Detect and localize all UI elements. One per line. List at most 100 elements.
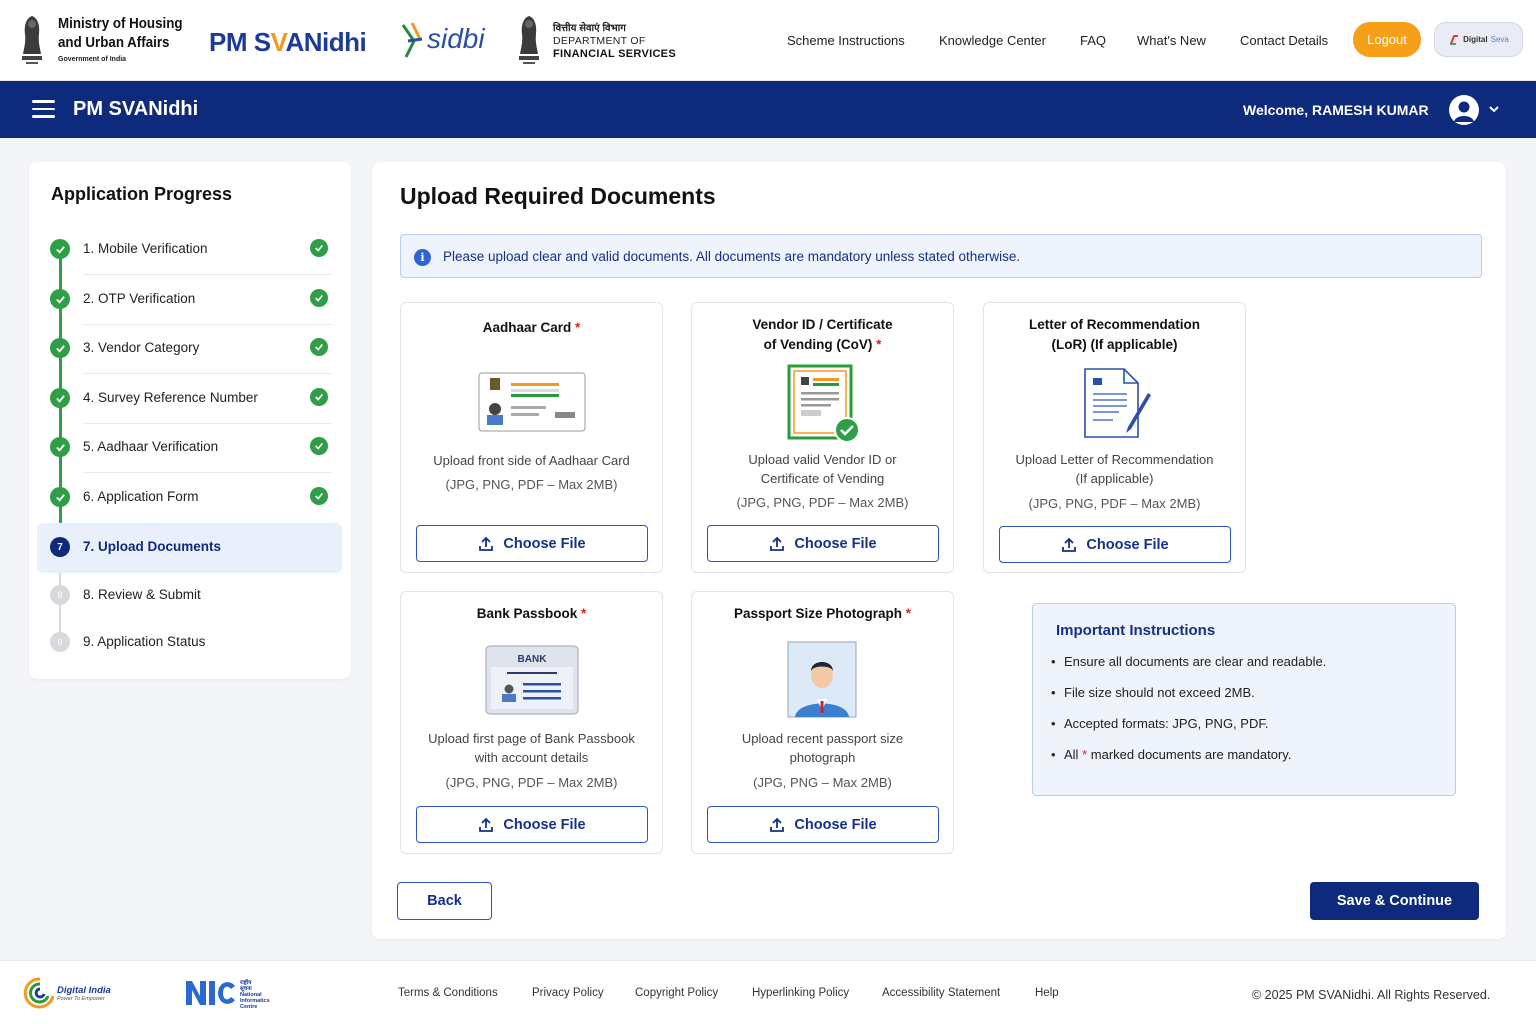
instructions-list: Ensure all documents are clear and reada… <box>1051 654 1326 778</box>
step-label: 8. Review & Submit <box>83 587 201 602</box>
info-banner-text: Please upload clear and valid documents.… <box>443 249 1021 264</box>
letter-document-icon <box>1084 368 1151 438</box>
dfs-line1: DEPARTMENT OF <box>553 35 646 47</box>
welcome-text: Welcome, RAMESH KUMAR <box>1243 102 1429 118</box>
app-bar: PM SVANidhi Welcome, RAMESH KUMAR <box>0 81 1536 138</box>
logout-button[interactable]: Logout <box>1353 22 1421 57</box>
lor-choose-file-button[interactable]: Choose File <box>999 526 1231 563</box>
save-continue-button[interactable]: Save & Continue <box>1310 882 1479 920</box>
digital-india-tagline: Power To Empower <box>57 996 105 1002</box>
info-banner: i Please upload clear and valid document… <box>400 234 1482 278</box>
doc-description: Upload first page of Bank Passbook with a… <box>428 731 635 765</box>
step-mobile-verification[interactable]: 1. Mobile Verification <box>37 225 342 275</box>
app-title: PM SVANidhi <box>73 98 199 120</box>
step-label: 5. Aadhaar Verification <box>83 439 219 454</box>
doc-title: Letter of Recommendation (LoR) (If applic… <box>1028 317 1201 352</box>
brand-mid: V <box>270 27 286 57</box>
completed-check-icon <box>310 437 328 455</box>
chevron-down-icon[interactable] <box>1488 103 1500 115</box>
step-check-icon <box>50 289 70 309</box>
step-review-submit[interactable]: 8 8. Review & Submit <box>37 571 342 621</box>
doc-title: Vendor ID / Certificate of Vending (CoV) … <box>752 317 893 352</box>
choose-file-label: Choose File <box>794 535 877 552</box>
aadhaar-card-icon <box>478 372 586 432</box>
digitalseva-button[interactable]: Digital Seva <box>1434 22 1523 57</box>
step-otp-verification[interactable]: 2. OTP Verification <box>37 275 342 325</box>
completed-check-icon <box>310 289 328 307</box>
footer: Digital India Power To Empower राष्ट्रीय… <box>0 960 1536 1024</box>
passport-photo-icon <box>787 641 857 718</box>
digital-india-logo-icon <box>24 977 55 1009</box>
instructions-title: Important Instructions <box>1056 622 1216 639</box>
step-label: 1. Mobile Verification <box>83 241 208 256</box>
brand-suffix: ANidhi <box>285 27 367 57</box>
page-title: Upload Required Documents <box>400 183 716 209</box>
footer-link-accessibility[interactable]: Accessibility Statement <box>882 987 1000 999</box>
completed-check-icon <box>310 388 328 406</box>
step-application-status[interactable]: 9 9. Application Status <box>37 618 342 668</box>
footer-link-help[interactable]: Help <box>1035 987 1059 999</box>
user-avatar-icon[interactable] <box>1449 95 1479 125</box>
nav-faq[interactable]: FAQ <box>1080 33 1106 48</box>
step-vendor-category[interactable]: 3. Vendor Category <box>37 324 342 374</box>
completed-check-icon <box>310 239 328 257</box>
step-number-badge: 7 <box>50 537 70 557</box>
ministry-line1: Ministry of Housing <box>58 16 183 32</box>
step-check-icon <box>50 338 70 358</box>
upload-icon <box>1062 537 1077 552</box>
upload-icon <box>770 817 785 832</box>
pm-svanidhi-logo[interactable]: PM SVANidhi <box>209 27 367 58</box>
passport-photo-upload: Passport Size Photograph * Upload recent… <box>691 591 954 854</box>
doc-title: Bank Passbook * <box>476 606 587 621</box>
footer-link-hyperlinking[interactable]: Hyperlinking Policy <box>752 987 849 999</box>
brand-prefix: PM S <box>209 27 271 57</box>
ministry-logo-text: Ministry of Housing and Urban Affairs Go… <box>58 15 188 63</box>
passport-photo-choose-file-button[interactable]: Choose File <box>707 806 939 843</box>
nic-logo-icon <box>186 981 235 1005</box>
step-survey-reference-number[interactable]: 4. Survey Reference Number <box>37 374 342 424</box>
step-check-icon <box>50 388 70 408</box>
footer-link-copyright[interactable]: Copyright Policy <box>635 987 718 999</box>
dfs-logo-text: वित्तीय सेवाएं विभाग DEPARTMENT OF FINAN… <box>553 22 676 61</box>
upload-icon <box>770 536 785 551</box>
choose-file-label: Choose File <box>503 535 586 552</box>
doc-description: Upload valid Vendor ID or Certificate of … <box>748 452 897 486</box>
nav-contact-details[interactable]: Contact Details <box>1240 33 1328 48</box>
upload-icon <box>479 817 494 832</box>
step-application-form[interactable]: 6. Application Form <box>37 473 342 523</box>
step-label: 4. Survey Reference Number <box>83 390 258 405</box>
choose-file-label: Choose File <box>1086 536 1169 553</box>
footer-link-terms[interactable]: Terms & Conditions <box>398 987 498 999</box>
vendor-id-cov-upload: Vendor ID / Certificate of Vending (CoV) … <box>691 302 954 573</box>
aadhaar-choose-file-button[interactable]: Choose File <box>416 525 648 562</box>
ministry-line3: Government of India <box>58 56 127 63</box>
national-emblem-icon <box>519 16 539 64</box>
step-aadhaar-verification[interactable]: 5. Aadhaar Verification <box>37 423 342 473</box>
step-label: 3. Vendor Category <box>83 340 200 355</box>
step-upload-documents[interactable]: 7 7. Upload Documents <box>37 523 342 573</box>
digital-india-title: Digital India <box>57 985 111 996</box>
nav-whats-new[interactable]: What's New <box>1137 33 1206 48</box>
step-label: 7. Upload Documents <box>83 539 222 554</box>
ministry-line2: and Urban Affairs <box>58 35 170 51</box>
nav-knowledge-center[interactable]: Knowledge Center <box>939 33 1046 48</box>
doc-title: Passport Size Photograph * <box>733 606 912 621</box>
menu-icon[interactable] <box>32 100 55 118</box>
doc-description: Upload Letter of Recommendation (If appli… <box>1015 452 1214 486</box>
step-number-badge: 8 <box>50 585 70 605</box>
bank-passbook-choose-file-button[interactable]: Choose File <box>416 806 648 843</box>
nav-scheme-instructions[interactable]: Scheme Instructions <box>787 33 905 48</box>
step-check-icon <box>50 437 70 457</box>
bank-passbook-upload: Bank Passbook * BANK Upload first page o… <box>400 591 663 854</box>
choose-file-label: Choose File <box>794 816 877 833</box>
letter-of-recommendation-upload: Letter of Recommendation (LoR) (If applic… <box>983 302 1246 573</box>
national-emblem-icon <box>22 16 42 64</box>
doc-formats: (JPG, PNG, PDF – Max 2MB) <box>445 477 618 492</box>
footer-link-privacy[interactable]: Privacy Policy <box>532 987 604 999</box>
back-button[interactable]: Back <box>397 882 492 920</box>
aadhaar-card-upload: Aadhaar Card * Upload front side of Aadh… <box>400 302 663 573</box>
dfs-hindi: वित्तीय सेवाएं विभाग <box>553 23 626 34</box>
vendor-id-choose-file-button[interactable]: Choose File <box>707 525 939 562</box>
digitalseva-icon <box>1450 34 1459 45</box>
doc-formats: (JPG, PNG, PDF – Max 2MB) <box>736 495 909 510</box>
